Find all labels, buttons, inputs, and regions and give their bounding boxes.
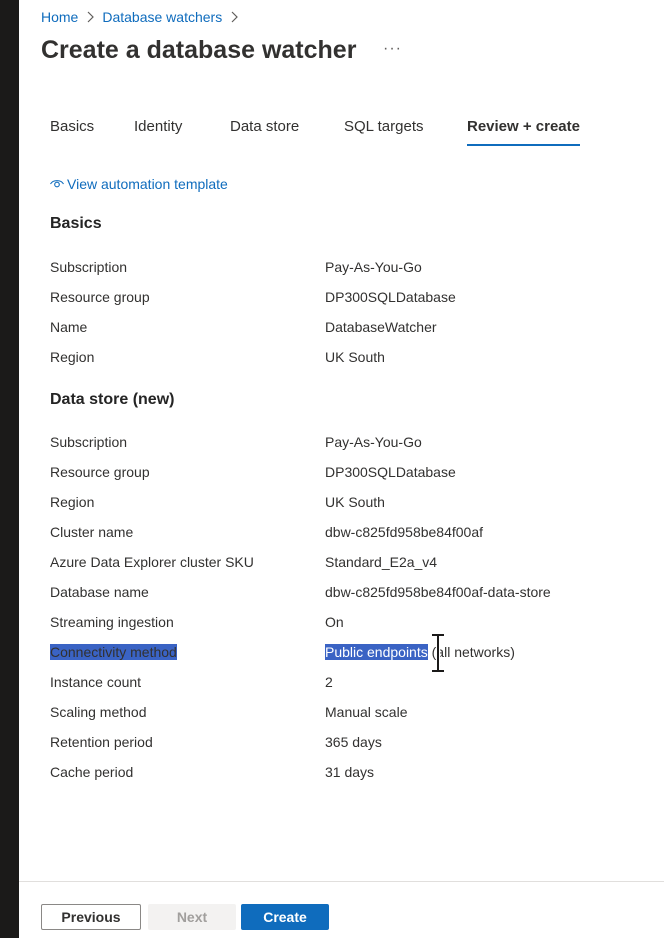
tab-identity[interactable]: Identity [134,118,182,144]
row-value: 365 days [325,734,382,750]
summary-row: Subscription Pay-As-You-Go [50,434,610,454]
row-label: Retention period [50,734,153,750]
create-button[interactable]: Create [241,904,329,930]
row-label: Instance count [50,674,142,690]
summary-row-connectivity: Connectivity method Public endpoints (al… [50,644,610,664]
footer-divider [19,881,664,882]
summary-row: Azure Data Explorer cluster SKU Standard… [50,554,610,574]
tab-basics[interactable]: Basics [50,118,94,144]
summary-row: Region UK South [50,349,610,369]
row-value: On [325,614,344,630]
row-label: Resource group [50,289,150,305]
more-options-button[interactable]: ··· [383,40,401,60]
row-label: Streaming ingestion [50,614,174,630]
breadcrumb: Home Database watchers [41,8,246,26]
next-button[interactable]: Next [148,904,236,930]
tab-sql-targets[interactable]: SQL targets [344,118,423,144]
summary-row: Name DatabaseWatcher [50,319,610,339]
view-automation-template-link[interactable]: View automation template [49,176,228,192]
left-nav-strip [0,0,19,938]
eye-icon [50,180,64,188]
row-value: dbw-c825fd958be84f00af [325,524,484,540]
summary-row: Streaming ingestion On [50,614,610,634]
view-automation-template-label: View automation template [67,176,228,192]
row-value: DatabaseWatcher [325,319,437,335]
tab-data-store[interactable]: Data store [230,118,299,144]
row-value: 2 [325,674,333,690]
row-label: Region [50,349,95,365]
summary-row: Subscription Pay-As-You-Go [50,259,610,279]
row-value: DP300SQLDatabase [325,289,456,305]
previous-button[interactable]: Previous [41,904,141,930]
row-value-selected: Public endpoints [325,644,428,660]
row-label: Subscription [50,259,128,275]
row-label: Region [50,494,95,510]
row-value: UK South [325,494,385,510]
row-value: Pay-As-You-Go [325,434,422,450]
summary-row: Database name dbw-c825fd958be84f00af-dat… [50,584,610,604]
chevron-right-icon [230,11,239,23]
summary-row: Scaling method Manual scale [50,704,610,724]
row-label-selected: Connectivity method [50,644,177,660]
row-label: Resource group [50,464,150,480]
row-value: Manual scale [325,704,408,720]
row-label: Cache period [50,764,134,780]
page-title: Create a database watcher [41,36,357,64]
summary-row: Resource group DP300SQLDatabase [50,464,610,484]
row-label: Azure Data Explorer cluster SKU [50,554,254,570]
row-value: UK South [325,349,385,365]
row-value: DP300SQLDatabase [325,464,456,480]
summary-row: Region UK South [50,494,610,514]
row-value: Public endpoints (all networks) [325,644,515,660]
summary-row: Cache period 31 days [50,764,610,784]
row-label: Subscription [50,434,128,450]
breadcrumb-database-watchers[interactable]: Database watchers [102,9,222,25]
text-cursor-icon [432,633,444,673]
summary-row: Cluster name dbw-c825fd958be84f00af [50,524,610,544]
chevron-right-icon [86,11,95,23]
summary-row: Retention period 365 days [50,734,610,754]
summary-row: Resource group DP300SQLDatabase [50,289,610,309]
basics-section-heading: Basics [50,215,102,232]
row-value: Pay-As-You-Go [325,259,422,275]
row-label: Scaling method [50,704,147,720]
row-label: Name [50,319,88,335]
summary-row: Instance count 2 [50,674,610,694]
row-label: Database name [50,584,149,600]
row-value: dbw-c825fd958be84f00af-data-store [325,584,551,600]
row-value: Standard_E2a_v4 [325,554,438,570]
tab-review-create[interactable]: Review + create [467,118,580,146]
row-label: Cluster name [50,524,134,540]
data-store-section-heading: Data store (new) [50,391,175,408]
row-value: 31 days [325,764,375,780]
breadcrumb-home[interactable]: Home [41,9,78,25]
